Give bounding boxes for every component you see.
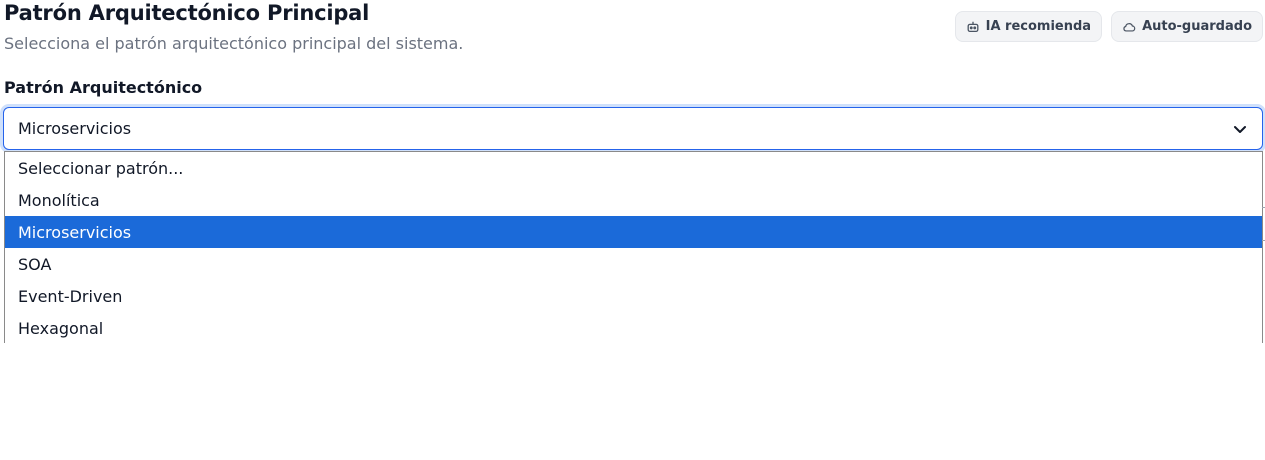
chevron-down-icon xyxy=(1234,126,1246,133)
cloud-icon xyxy=(1123,22,1136,32)
option-placeholder[interactable]: Seleccionar patrón... xyxy=(5,152,1262,184)
autosaved-label: Auto-guardado xyxy=(1142,19,1252,34)
pattern-select[interactable]: Microservicios xyxy=(3,107,1263,150)
option-event-driven[interactable]: Event-Driven xyxy=(5,280,1262,312)
option-microservicios[interactable]: Microservicios xyxy=(5,216,1262,248)
dropdown-list: Seleccionar patrón... Monolítica Microse… xyxy=(4,151,1263,343)
autosaved-badge[interactable]: Auto-guardado xyxy=(1111,11,1263,42)
section-title: Patrón Arquitectónico Principal xyxy=(4,1,370,25)
ai-recommends-label: IA recomienda xyxy=(985,19,1092,34)
field-label: Patrón Arquitectónico xyxy=(4,78,203,97)
option-soa[interactable]: SOA xyxy=(5,248,1262,280)
select-value: Microservicios xyxy=(18,119,132,138)
badge-group: IA recomienda Auto-guardado xyxy=(954,11,1263,42)
option-monolitica[interactable]: Monolítica xyxy=(5,184,1262,216)
robot-icon xyxy=(967,21,979,32)
option-hexagonal[interactable]: Hexagonal xyxy=(5,312,1262,343)
ai-recommends-badge[interactable]: IA recomienda xyxy=(954,11,1103,42)
section-subtitle: Selecciona el patrón arquitectónico prin… xyxy=(4,34,464,53)
